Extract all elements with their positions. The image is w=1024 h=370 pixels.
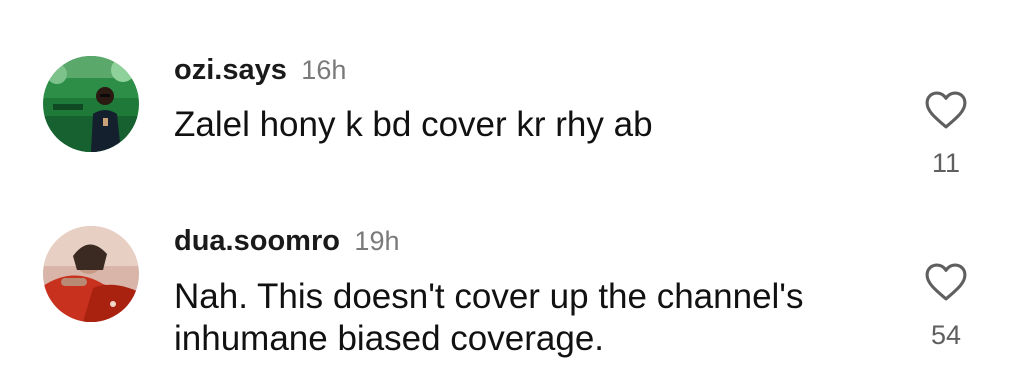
comment-item: dua.soomro 19h Nah. This doesn't cover u… (0, 190, 1024, 370)
avatar[interactable] (43, 226, 139, 322)
comment-username[interactable]: dua.soomro (174, 225, 340, 257)
comment-text: Nah. This doesn't cover up the channel's… (174, 277, 804, 358)
comment-username[interactable]: ozi.says (174, 54, 287, 86)
comment-text: Zalel hony k bd cover kr rhy ab (174, 105, 653, 144)
comments-list: ozi.says 16h Zalel hony k bd cover kr rh… (0, 0, 1024, 370)
avatar-image (43, 226, 139, 322)
like-count: 11 (931, 148, 961, 178)
comment-meta: dua.soomro 19h (174, 227, 399, 256)
like-control: 54 (924, 262, 968, 351)
comment-timestamp: 16h (301, 55, 347, 85)
like-control: 11 (924, 90, 968, 179)
avatar-image (43, 56, 139, 152)
comment-meta: ozi.says 16h (174, 56, 346, 85)
comment-item: ozi.says 16h Zalel hony k bd cover kr rh… (0, 0, 1024, 190)
heart-outline-icon[interactable] (924, 262, 968, 302)
like-count: 54 (930, 320, 962, 350)
avatar[interactable] (43, 56, 139, 152)
comment-timestamp: 19h (354, 226, 400, 256)
heart-outline-icon[interactable] (924, 90, 968, 130)
